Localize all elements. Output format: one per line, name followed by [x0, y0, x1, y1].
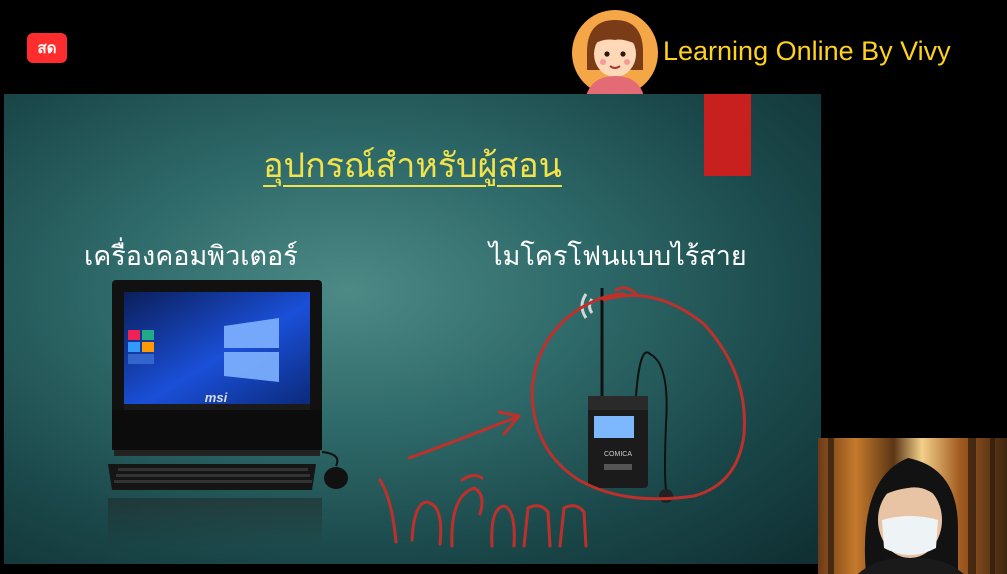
presentation-slide: อุปกรณ์สำหรับผู้สอน เครื่องคอมพิวเตอร์ ไ… — [4, 94, 821, 564]
presenter-video — [828, 438, 995, 574]
channel-name: Learning Online By Vivy — [663, 36, 951, 66]
cartoon-girl-avatar — [572, 10, 658, 96]
red-pen-annotations — [378, 286, 746, 548]
slide-bottom-strip — [0, 564, 818, 574]
presenter-webcam — [818, 438, 1007, 574]
live-badge-label: สด — [37, 39, 57, 57]
live-badge: สด — [27, 33, 67, 63]
